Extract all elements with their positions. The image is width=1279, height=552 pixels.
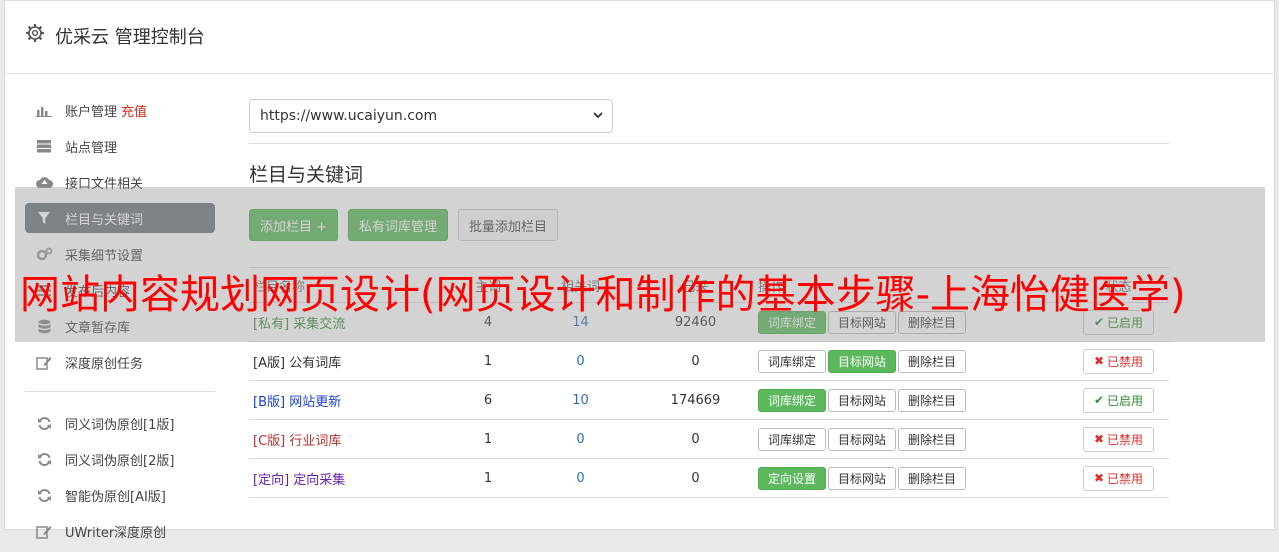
x-icon: ✖ <box>1093 354 1105 368</box>
x-icon: ✖ <box>1093 432 1105 446</box>
status-badge[interactable]: ✖ 已禁用 <box>1082 465 1155 491</box>
collected-count: 174669 <box>633 380 758 420</box>
status-badge[interactable]: ✔ 已启用 <box>1082 387 1155 413</box>
sidebar-item-label: 同义词伪原创[2版] <box>65 453 175 469</box>
refresh-icon <box>35 488 53 502</box>
delete-column-button[interactable]: 删除栏目 <box>898 349 967 373</box>
table-row: [C版] 行业词库 1 0 0 词库绑定 目标网站 删除栏目 ✖ 已禁用 <box>249 419 1169 459</box>
status-cell: ✔ 已启用 <box>1068 380 1169 420</box>
related-word-count[interactable]: 0 <box>528 458 633 498</box>
column-name-link[interactable]: 公有词库 <box>289 356 341 371</box>
ops-cell: 词库绑定 目标网站 删除栏目 <box>758 380 1068 420</box>
bind-lib-button[interactable]: 定向设置 <box>758 466 827 490</box>
status-label: 已禁用 <box>1107 354 1144 369</box>
sidebar-item[interactable]: 同义词伪原创[1版] <box>25 408 215 438</box>
sidebar-item[interactable]: 同义词伪原创[2版] <box>25 444 215 474</box>
column-tag: [A版] <box>253 355 286 371</box>
bind-lib-button[interactable]: 词库绑定 <box>758 349 827 373</box>
bar-chart-icon <box>35 103 53 117</box>
target-site-button[interactable]: 目标网站 <box>828 388 897 412</box>
main-word-count: 6 <box>448 380 528 420</box>
target-site-button[interactable]: 目标网站 <box>828 466 897 490</box>
column-tag: [C版] <box>253 433 286 449</box>
collected-count: 0 <box>633 341 758 381</box>
collected-count: 0 <box>633 458 758 498</box>
sidebar-item-label: 账户管理 <box>65 104 118 120</box>
table-row: [定向] 定向采集 1 0 0 定向设置 目标网站 删除栏目 ✖ 已禁用 <box>249 458 1169 498</box>
bind-lib-button[interactable]: 词库绑定 <box>758 427 827 451</box>
related-word-count[interactable]: 0 <box>528 341 633 381</box>
refresh-icon <box>35 416 53 430</box>
sidebar-item-label: 同义词伪原创[1版] <box>65 417 175 433</box>
column-name-link[interactable]: 行业词库 <box>289 434 341 449</box>
column-tag: [定向] <box>253 472 290 488</box>
chevron-down-icon <box>593 112 603 119</box>
status-label: 已禁用 <box>1107 471 1144 486</box>
column-name-link[interactable]: 网站更新 <box>289 395 341 410</box>
server-icon <box>35 139 53 153</box>
related-word-count[interactable]: 0 <box>528 419 633 459</box>
sidebar-item[interactable]: 站点管理 <box>25 131 215 161</box>
table-row: [A版] 公有词库 1 0 0 词库绑定 目标网站 删除栏目 ✖ 已禁用 <box>249 341 1169 381</box>
main-word-count: 1 <box>448 419 528 459</box>
site-select[interactable]: https://www.ucaiyun.com <box>249 99 613 133</box>
sidebar-item-label: 智能伪原创[AI版] <box>65 489 166 505</box>
bind-lib-button[interactable]: 词库绑定 <box>758 388 827 412</box>
status-cell: ✖ 已禁用 <box>1068 458 1169 498</box>
edit-icon <box>35 355 53 370</box>
delete-column-button[interactable]: 删除栏目 <box>898 427 967 451</box>
status-cell: ✖ 已禁用 <box>1068 341 1169 381</box>
delete-column-button[interactable]: 删除栏目 <box>898 466 967 490</box>
ops-cell: 定向设置 目标网站 删除栏目 <box>758 458 1068 498</box>
gear-icon <box>26 24 44 42</box>
status-label: 已启用 <box>1107 393 1144 408</box>
divider <box>249 143 1169 144</box>
status-label: 已禁用 <box>1107 432 1144 447</box>
sidebar-divider <box>25 391 215 392</box>
header: 优采云 管理控制台 <box>5 1 1274 74</box>
page-title: 栏目与关键词 <box>249 164 364 186</box>
sidebar-item-label: 站点管理 <box>65 140 118 156</box>
site-select-value: https://www.ucaiyun.com <box>260 108 438 124</box>
column-name-cell: [C版] 行业词库 <box>249 419 448 459</box>
table-row: [B版] 网站更新 6 10 174669 词库绑定 目标网站 删除栏目 ✔ 已启用 <box>249 380 1169 420</box>
x-icon: ✖ <box>1093 471 1105 485</box>
ops-cell: 词库绑定 目标网站 删除栏目 <box>758 341 1068 381</box>
status-badge[interactable]: ✖ 已禁用 <box>1082 426 1155 452</box>
column-name-link[interactable]: 定向采集 <box>293 473 345 488</box>
ops-cell: 词库绑定 目标网站 删除栏目 <box>758 419 1068 459</box>
sidebar-item[interactable]: UWriter深度原创 <box>25 516 215 546</box>
sidebar-item[interactable]: 账户管理 充值 <box>25 95 215 125</box>
status-cell: ✖ 已禁用 <box>1068 419 1169 459</box>
column-name-cell: [B版] 网站更新 <box>249 380 448 420</box>
edit-icon <box>35 524 53 539</box>
target-site-button[interactable]: 目标网站 <box>828 427 897 451</box>
main-word-count: 1 <box>448 458 528 498</box>
target-site-button[interactable]: 目标网站 <box>828 349 897 373</box>
column-name-cell: [A版] 公有词库 <box>249 341 448 381</box>
column-name-cell: [定向] 定向采集 <box>249 458 448 498</box>
sidebar-item[interactable]: 深度原创任务 <box>25 347 215 377</box>
main-word-count: 1 <box>448 341 528 381</box>
column-tag: [B版] <box>253 394 286 410</box>
recharge-link[interactable]: 充值 <box>121 101 147 120</box>
status-badge[interactable]: ✖ 已禁用 <box>1082 348 1155 374</box>
sidebar-item[interactable]: 智能伪原创[AI版] <box>25 480 215 510</box>
overlay-headline: 网站内容规划网页设计(网页设计和制作的基本步骤-上海怡健医学) <box>20 272 1186 318</box>
sidebar-item-label: 深度原创任务 <box>65 356 144 372</box>
related-word-count[interactable]: 10 <box>528 380 633 420</box>
app-title: 优采云 管理控制台 <box>55 27 205 48</box>
delete-column-button[interactable]: 删除栏目 <box>898 388 967 412</box>
check-icon: ✔ <box>1093 393 1105 407</box>
refresh-icon <box>35 452 53 466</box>
collected-count: 0 <box>633 419 758 459</box>
sidebar-item-label: UWriter深度原创 <box>65 525 167 541</box>
